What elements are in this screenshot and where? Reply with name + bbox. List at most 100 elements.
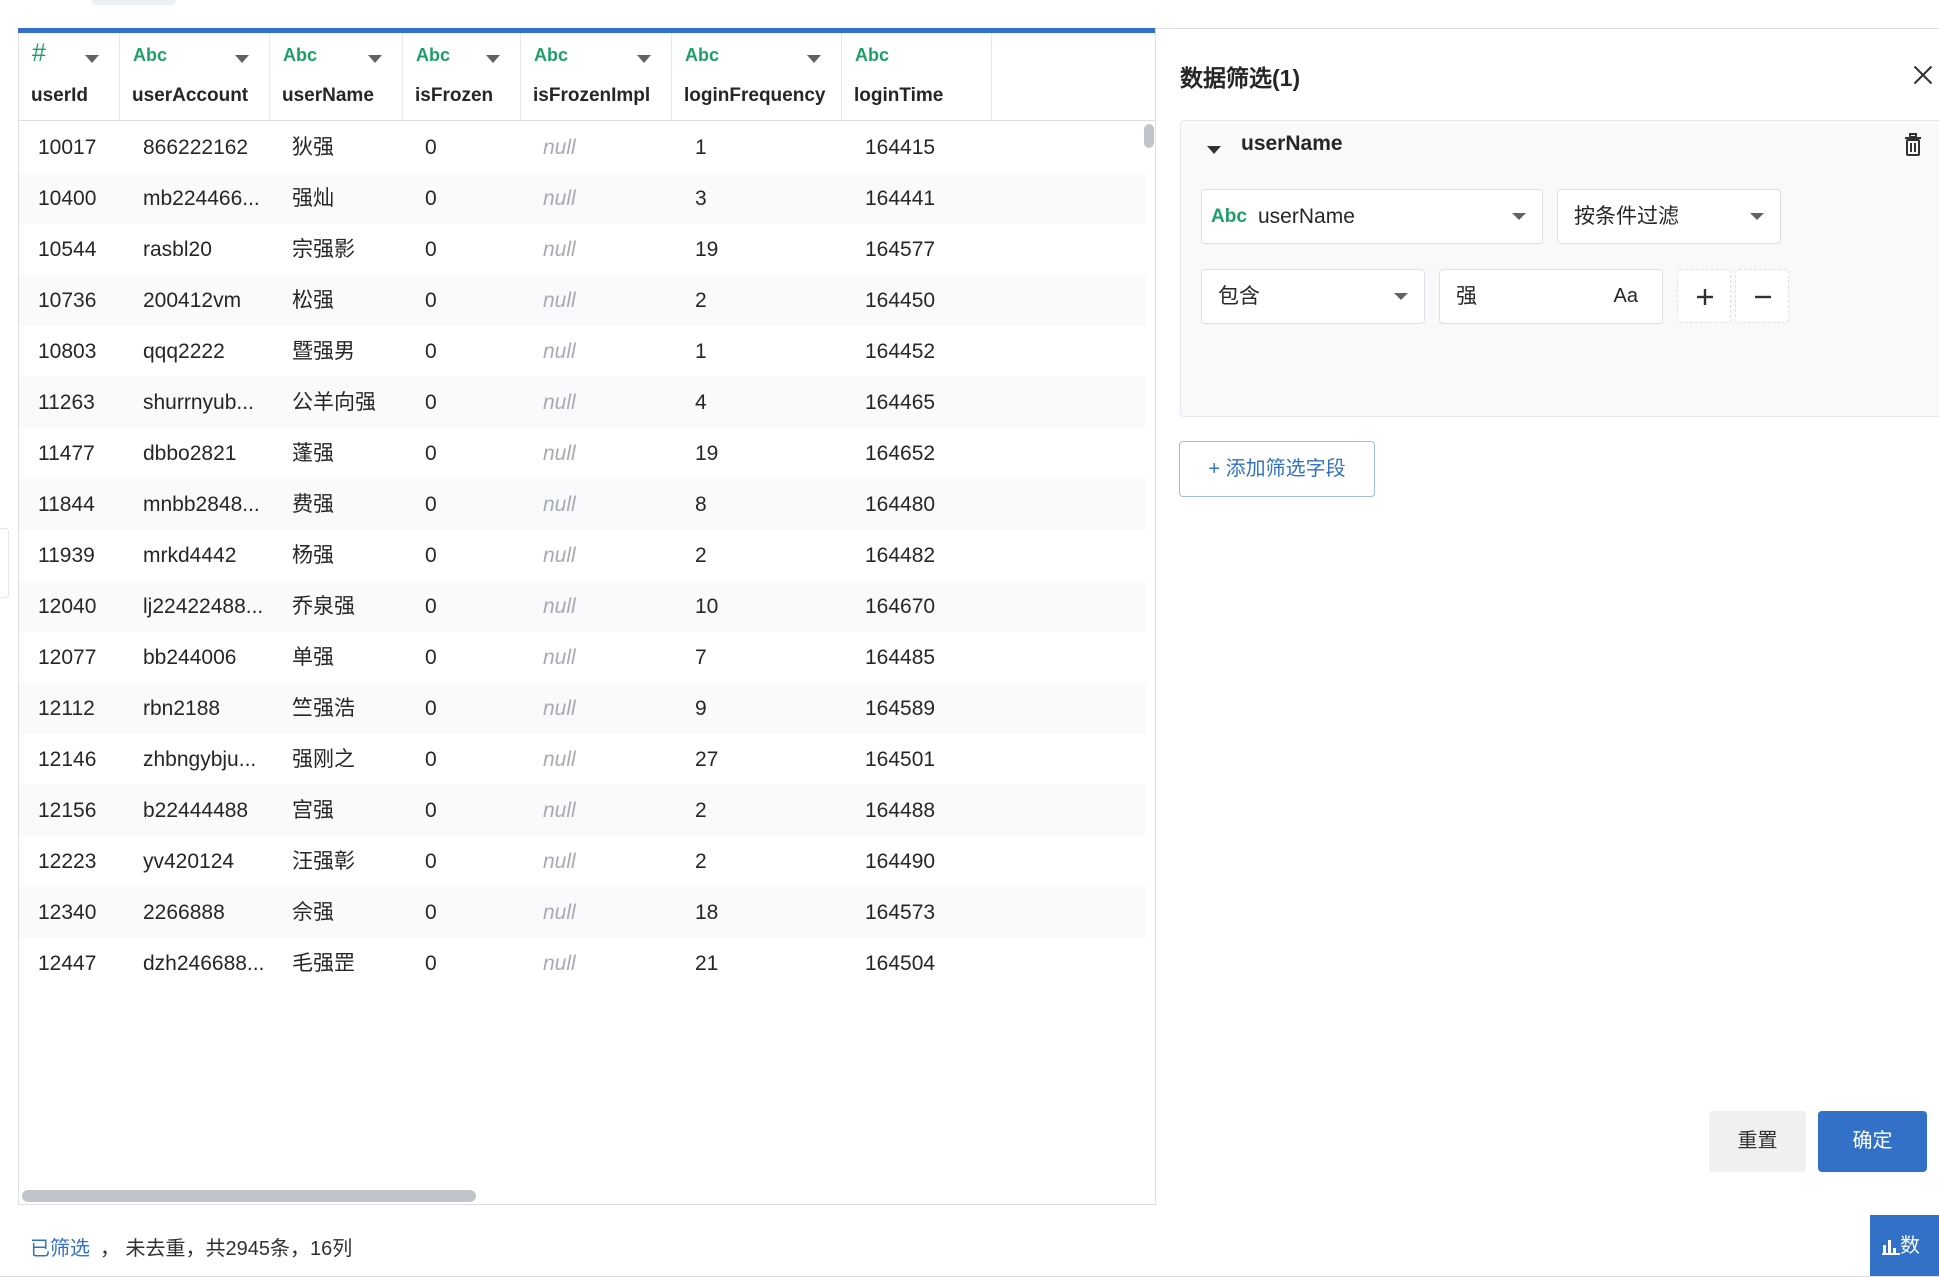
table-row[interactable]: 10400 mb224466... 强灿 0 null 3 164441	[19, 173, 1146, 224]
table-cell: null	[543, 391, 576, 414]
data-preview-page: { "columns": [ {"type": "#", "name": "us…	[0, 0, 1939, 1277]
minus-icon	[1755, 295, 1771, 299]
close-icon[interactable]	[1909, 59, 1939, 91]
table-cell: 强灿	[292, 187, 334, 210]
table-cell: 公羊向强	[292, 391, 376, 414]
table-row[interactable]: 12447 dzh246688... 毛强罡 0 null 21 164504	[19, 938, 1146, 989]
top-bar	[0, 0, 1939, 33]
column-header[interactable]: Abc isFrozen	[403, 33, 521, 121]
column-name: loginTime	[854, 85, 944, 106]
column-menu-icon[interactable]	[85, 55, 99, 63]
table-row[interactable]: 11939 mrkd4442 杨强 0 null 2 164482	[19, 530, 1146, 581]
table-cell: null	[543, 544, 576, 567]
column-name: isFrozenImpl	[533, 85, 651, 106]
remove-condition-button[interactable]	[1735, 269, 1789, 323]
table-cell: bb244006	[143, 646, 237, 669]
table-cell: 12340	[38, 901, 97, 924]
table-row[interactable]: 10736 200412vm 松强 0 null 2 164450	[19, 275, 1146, 326]
table-cell: 0	[425, 952, 437, 975]
column-header[interactable]: Abc loginTime	[842, 33, 992, 121]
data-chart-button[interactable]: 数	[1870, 1215, 1939, 1277]
table-cell: 10803	[38, 340, 97, 363]
table-cell: 164501	[865, 748, 936, 771]
table-cell: 0	[425, 697, 437, 720]
table-row[interactable]: 12223 yv420124 汪强彰 0 null 2 164490	[19, 836, 1146, 887]
table-cell: 164452	[865, 340, 936, 363]
operator-select[interactable]: 包含	[1201, 269, 1425, 324]
add-condition-button[interactable]	[1677, 269, 1731, 323]
column-header[interactable]: Abc userName	[270, 33, 403, 121]
horizontal-scrollbar[interactable]	[19, 1187, 1155, 1203]
column-name: userAccount	[132, 85, 249, 106]
table-cell: 11939	[38, 544, 95, 567]
table-cell: 27	[695, 748, 719, 771]
table-cell: zhbngybju...	[143, 748, 257, 771]
table-cell: 21	[695, 952, 719, 975]
row-count-summary: ， 未去重，共2945条，16列	[100, 1238, 353, 1260]
horizontal-scroll-thumb[interactable]	[22, 1190, 476, 1202]
table-row[interactable]: 12077 bb244006 单强 0 null 7 164485	[19, 632, 1146, 683]
column-menu-icon[interactable]	[368, 55, 382, 63]
table-cell: 12112	[38, 697, 95, 720]
chevron-down-icon	[1512, 213, 1526, 220]
filter-value-input[interactable]: 强 Aa	[1439, 269, 1663, 324]
table-row[interactable]: 12340 2266888 佘强 0 null 18 164573	[19, 887, 1146, 938]
table-cell: 杨强	[292, 544, 334, 567]
column-name: userName	[282, 85, 374, 106]
table-cell: 3	[695, 187, 707, 210]
table-row[interactable]: 12156 b22444488 宫强 0 null 2 164488	[19, 785, 1146, 836]
confirm-button[interactable]: 确定	[1818, 1111, 1927, 1172]
table-row[interactable]: 10803 qqq2222 暨强男 0 null 1 164452	[19, 326, 1146, 377]
table-cell: null	[543, 340, 576, 363]
table-row[interactable]: 11844 mnbb2848... 费强 0 null 8 164480	[19, 479, 1146, 530]
top-tab-stub[interactable]	[92, 0, 176, 5]
table-cell: 0	[425, 901, 437, 924]
column-header[interactable]: Abc userAccount	[120, 33, 270, 121]
field-select[interactable]: Abc userName	[1201, 189, 1543, 244]
table-cell: 10736	[38, 289, 97, 312]
table-cell: 164504	[865, 952, 936, 975]
column-menu-icon[interactable]	[637, 55, 651, 63]
table-cell: 0	[425, 136, 437, 159]
add-filter-field-button[interactable]: + 添加筛选字段	[1179, 441, 1375, 497]
filtered-link[interactable]: 已筛选	[30, 1232, 90, 1261]
table-cell: 0	[425, 391, 437, 414]
column-menu-icon[interactable]	[807, 55, 821, 63]
table-cell: 12146	[38, 748, 97, 771]
match-case-toggle[interactable]: Aa	[1614, 270, 1638, 323]
column-name: loginFrequency	[684, 85, 826, 106]
filter-mode-select[interactable]: 按条件过滤	[1557, 189, 1781, 244]
table-cell: 1	[695, 136, 707, 159]
table-row[interactable]: 12040 lj22422488... 乔泉强 0 null 10 164670	[19, 581, 1146, 632]
column-header[interactable]: Abc isFrozenImpl	[521, 33, 672, 121]
table-cell: rbn2188	[143, 697, 221, 720]
column-type-label: #	[32, 39, 46, 67]
table-cell: 10	[695, 595, 719, 618]
column-menu-icon[interactable]	[235, 55, 249, 63]
table-row[interactable]: 11263 shurrnyub... 公羊向强 0 null 4 164465	[19, 377, 1146, 428]
table-cell: shurrnyub...	[143, 391, 254, 414]
table-cell: 7	[695, 646, 707, 669]
reset-button[interactable]: 重置	[1709, 1111, 1806, 1172]
table-cell: 18	[695, 901, 719, 924]
table-cell: 0	[425, 340, 437, 363]
vertical-scroll-thumb[interactable]	[1144, 124, 1154, 148]
table-cell: 164415	[865, 136, 936, 159]
sidebar-collapse-handle[interactable]	[0, 528, 9, 598]
table-cell: 164488	[865, 799, 936, 822]
column-menu-icon[interactable]	[486, 55, 500, 63]
table-row[interactable]: 10017 866222162 狄强 0 null 1 164415	[19, 122, 1146, 173]
column-header[interactable]: # userId	[19, 33, 120, 121]
table-cell: 松强	[292, 289, 334, 312]
table-cell: 2	[695, 850, 707, 873]
table-row[interactable]: 10544 rasbl20 宗强影 0 null 19 164577	[19, 224, 1146, 275]
table-row[interactable]: 12112 rbn2188 竺强浩 0 null 9 164589	[19, 683, 1146, 734]
column-header[interactable]: Abc loginFrequency	[672, 33, 842, 121]
field-select-value: userName	[1258, 205, 1355, 228]
vertical-scrollbar[interactable]	[1141, 122, 1155, 1192]
table-cell: 0	[425, 544, 437, 567]
trash-icon[interactable]	[1901, 133, 1925, 157]
collapse-caret-icon[interactable]	[1207, 146, 1221, 154]
table-row[interactable]: 11477 dbbo2821 蓬强 0 null 19 164652	[19, 428, 1146, 479]
table-row[interactable]: 12146 zhbngybju... 强刚之 0 null 27 164501	[19, 734, 1146, 785]
